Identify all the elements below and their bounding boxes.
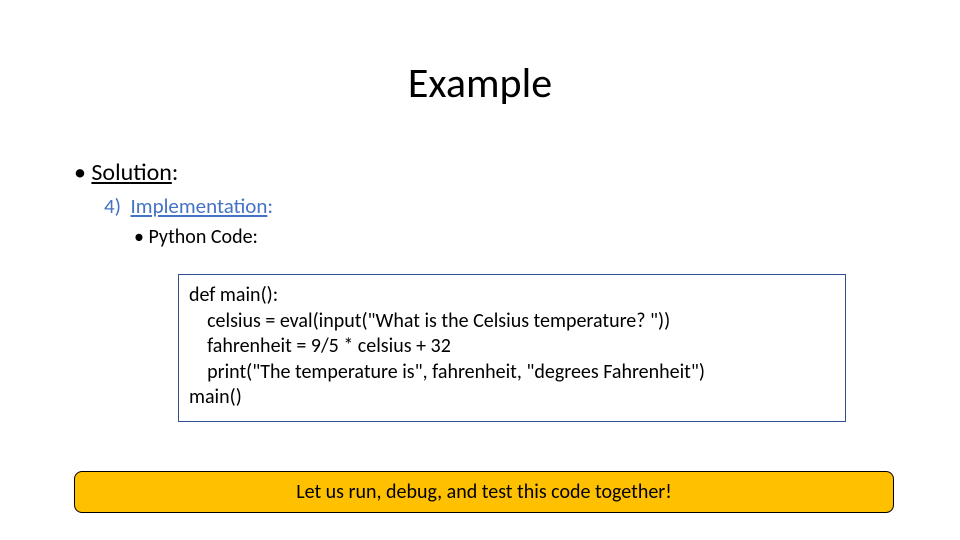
bullet-dot-icon: • [134,225,148,249]
step-colon: : [267,193,273,219]
code-line: def main(): [189,283,835,309]
bullet-dot-icon: • [74,158,91,187]
code-line: print("The temperature is", fahrenheit, … [189,360,835,386]
slide-body: • Solution: 4) Implementation: • Python … [74,158,894,255]
slide: Example • Solution: 4) Implementation: •… [0,0,960,540]
python-code-label: Python Code: [148,225,257,249]
code-line: main() [189,385,835,411]
bullet-python-code: • Python Code: [134,225,894,249]
banner-text: Let us run, debug, and test this code to… [296,480,672,504]
code-line: fahrenheit = 9/5 * celsius + 32 [189,334,835,360]
solution-colon: : [172,158,178,187]
code-line: celsius = eval(input("What is the Celsiu… [189,309,835,335]
numbered-implementation: 4) Implementation: [104,193,894,219]
code-box: def main(): celsius = eval(input("What i… [178,274,846,422]
step-label: Implementation [131,193,268,219]
step-number: 4) [104,193,121,219]
solution-label: Solution [91,158,171,187]
callout-banner: Let us run, debug, and test this code to… [74,471,894,513]
slide-title: Example [0,58,960,109]
bullet-solution: • Solution: [74,158,894,187]
